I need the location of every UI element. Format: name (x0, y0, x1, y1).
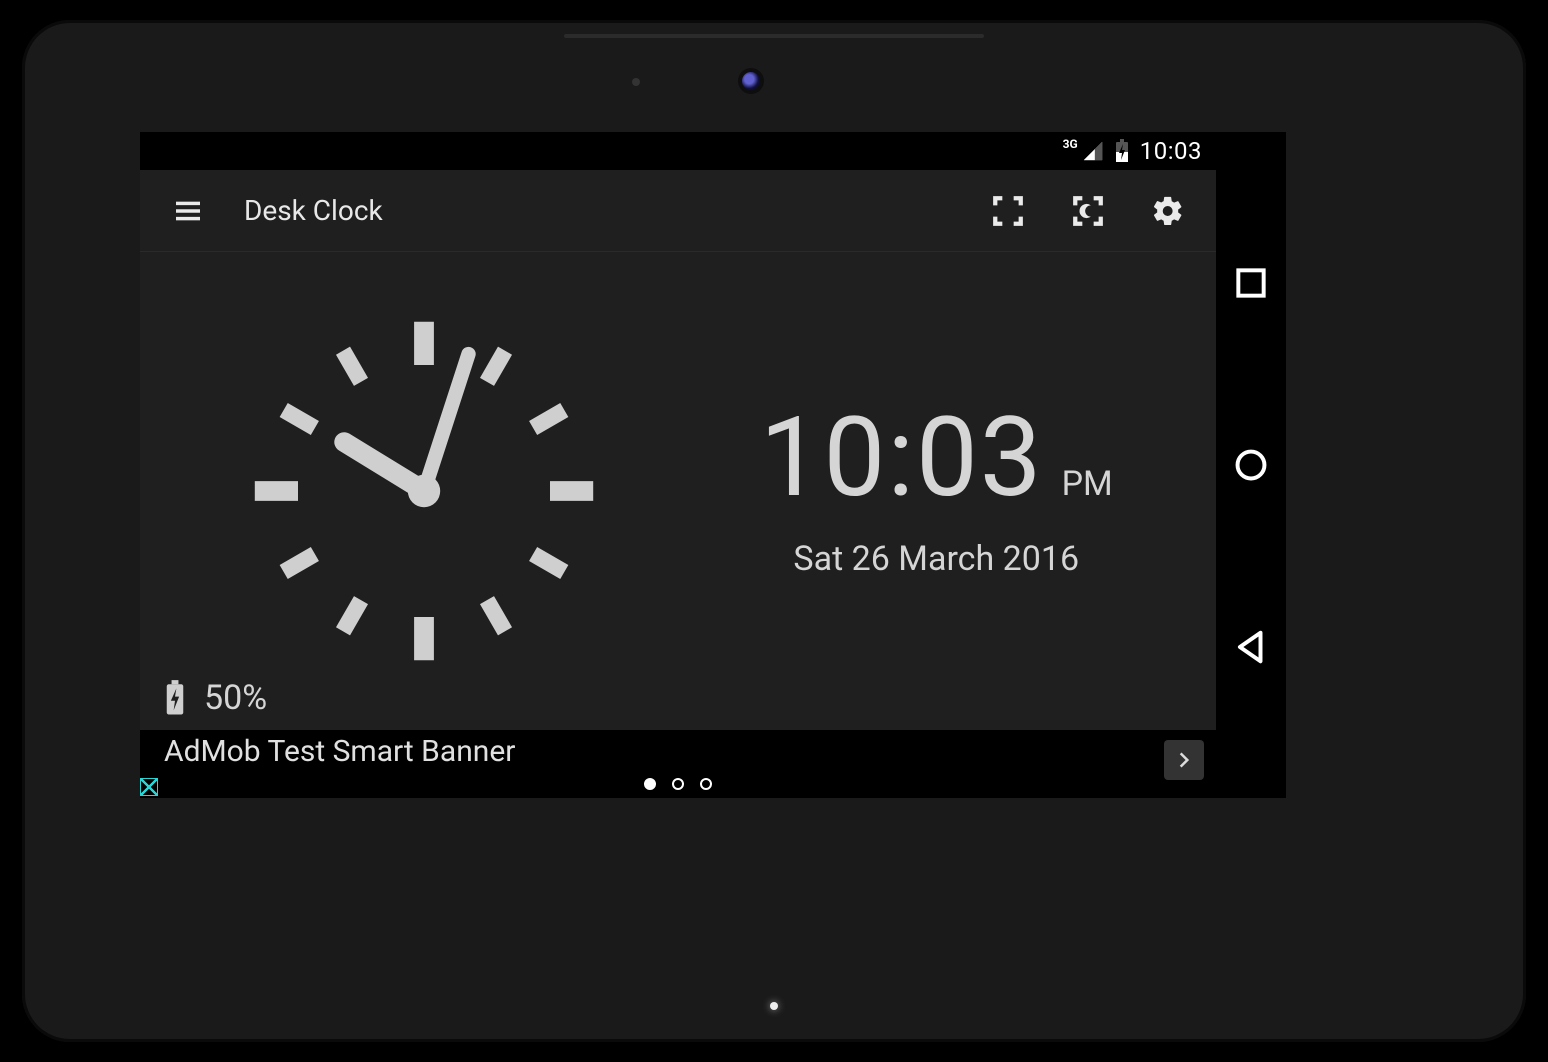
app-title: Desk Clock (244, 194, 383, 227)
nav-back-button[interactable] (1232, 628, 1270, 666)
nav-overview-button[interactable] (1232, 264, 1270, 302)
signal-icon (1082, 140, 1104, 162)
gear-icon (1151, 194, 1185, 228)
battery-percent: 50% (204, 678, 267, 718)
square-icon (1232, 264, 1270, 302)
settings-button[interactable] (1142, 185, 1194, 237)
fullscreen-icon (991, 194, 1025, 228)
circle-icon (1232, 446, 1270, 484)
tablet-home-led (770, 1002, 778, 1010)
screen: 3G 10:03 Desk Clock (140, 132, 1216, 798)
app-toolbar: Desk Clock (140, 170, 1216, 252)
menu-button[interactable] (162, 185, 214, 237)
hamburger-icon (172, 195, 204, 227)
tablet-camera (742, 72, 760, 90)
status-bar: 3G 10:03 (140, 132, 1216, 170)
battery-row: 50% (164, 678, 267, 718)
main-content: 10:03 PM Sat 26 March 2016 50% (140, 252, 1216, 730)
triangle-back-icon (1232, 628, 1270, 666)
android-nav-bar (1216, 132, 1286, 798)
chevron-right-icon (1174, 750, 1194, 770)
battery-charging-icon (1114, 139, 1130, 163)
analog-clock-pane (140, 252, 656, 730)
battery-icon (164, 680, 186, 716)
page-dot[interactable] (700, 778, 712, 790)
fullscreen-button[interactable] (982, 185, 1034, 237)
status-network-label: 3G (1063, 137, 1078, 151)
nav-home-button[interactable] (1232, 446, 1270, 484)
ad-text: AdMob Test Smart Banner (164, 734, 515, 769)
tablet-speaker (564, 34, 984, 38)
ad-next-button[interactable] (1164, 740, 1204, 780)
digital-clock-pane: 10:03 PM Sat 26 March 2016 (656, 252, 1216, 730)
tablet-frame: 3G 10:03 Desk Clock (22, 20, 1526, 1042)
analog-clock (244, 311, 604, 671)
digital-ampm: PM (1062, 464, 1113, 504)
ad-close-button[interactable] (140, 778, 158, 796)
page-dot[interactable] (672, 778, 684, 790)
page-dot[interactable] (644, 778, 656, 790)
night-mode-button[interactable] (1062, 185, 1114, 237)
digital-date: Sat 26 March 2016 (793, 539, 1079, 579)
page-indicator (644, 778, 712, 790)
night-fullscreen-icon (1071, 194, 1105, 228)
ad-banner[interactable]: AdMob Test Smart Banner (140, 730, 1216, 798)
tablet-sensor-dot (632, 78, 640, 86)
status-time: 10:03 (1140, 137, 1202, 165)
digital-time: 10:03 (760, 393, 1044, 522)
